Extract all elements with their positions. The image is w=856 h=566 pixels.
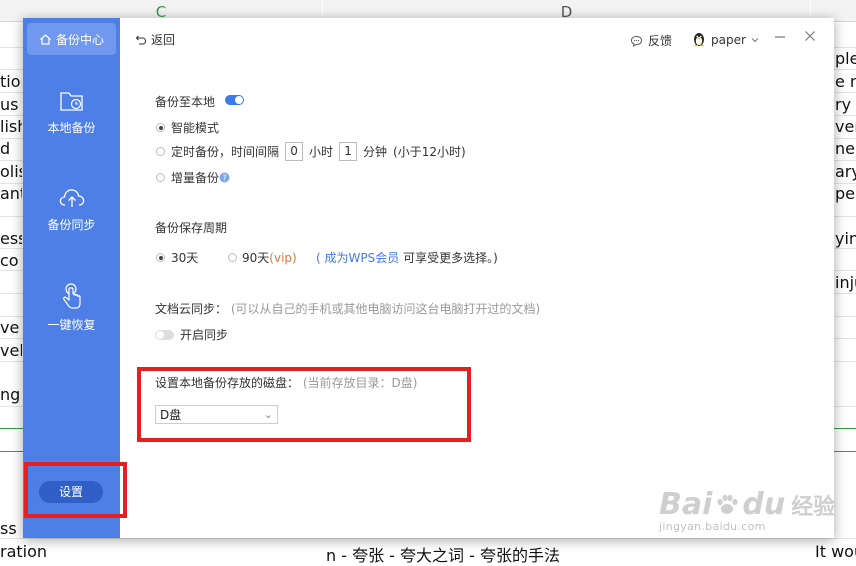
settings-panel: 返回 反馈 paper 备份至本地 智能模式 定时备份，时间间隔 0 小时 1 … [120, 18, 834, 538]
local-backup-toggle[interactable] [225, 95, 244, 105]
incremental-backup-radio[interactable]: 增量备份 ? [156, 169, 230, 186]
cell-left[interactable]: ng [0, 385, 22, 404]
vip-tag: (vip) [269, 250, 297, 265]
cell-left[interactable]: tion [0, 72, 22, 91]
cloud-sync-label: 文档云同步： [155, 302, 228, 316]
minimize-button[interactable] [774, 29, 786, 47]
retention-30-label: 30天 [171, 251, 199, 265]
member-note-open: ( [316, 251, 321, 265]
cell-right[interactable]: ary [835, 162, 856, 181]
cloud-sync-note: (可以从自己的手机或其他电脑访问这台电脑打开过的文档) [230, 302, 541, 316]
radio-dot [156, 123, 165, 132]
retention-90-radio[interactable]: 90天 (vip) [228, 249, 297, 266]
radio-dot [156, 147, 165, 156]
hours-unit: 小时 [309, 145, 334, 159]
cell-left[interactable]: co [0, 251, 22, 270]
watermark-cn: 经验 [791, 494, 836, 520]
minimize-icon [775, 36, 785, 38]
sidebar-item-backup-sync[interactable]: 备份同步 [23, 186, 120, 233]
sidebar-item-label: 备份同步 [47, 218, 96, 232]
sidebar-header-label: 备份中心 [55, 32, 104, 47]
timed-backup-label: 定时备份，时间间隔 [171, 145, 280, 159]
cell-left[interactable]: ess [0, 229, 22, 248]
retention-30-radio[interactable]: 30天 [156, 249, 198, 266]
member-note: ( 成为WPS会员 可享受更多选择。) [316, 249, 498, 266]
cell-right[interactable]: ple [835, 49, 856, 68]
home-icon [40, 33, 51, 45]
folder-clock-icon [59, 92, 83, 111]
baidu-watermark: Bai du 经验 jingyan.baidu.com [659, 487, 835, 533]
cell-left[interactable]: lish [0, 117, 22, 136]
cell-right[interactable]: ne [835, 139, 856, 158]
cloud-sync-title: 文档云同步： (可以从自己的手机或其他电脑访问这台电脑打开过的文档) [155, 300, 540, 317]
user-name: paper [711, 32, 746, 47]
sidebar-item-label: 本地备份 [47, 121, 96, 135]
chat-bubble-icon [630, 35, 643, 47]
cell-right[interactable]: ver [835, 117, 856, 136]
cloud-sync-toggle[interactable]: 开启同步 [155, 326, 228, 343]
highlight-box-disk [137, 367, 471, 442]
cell-left[interactable]: ss [0, 519, 22, 538]
cell-right[interactable]: inju [835, 273, 856, 292]
cloud-sync-toggle-label: 开启同步 [180, 328, 229, 342]
svg-text:?: ? [222, 173, 226, 182]
title-bar: 返回 反馈 paper [120, 18, 834, 58]
cloud-upload-icon [59, 189, 84, 207]
cell-right[interactable]: e na [835, 72, 856, 91]
hours-input[interactable]: 0 [285, 142, 304, 161]
cell-left[interactable]: olish [0, 162, 22, 181]
backup-center-dialog: 备份中心 本地备份 备份同步 一键恢复 设置 返回 反馈 paper 备份至本地… [23, 18, 834, 538]
smart-mode-label: 智能模式 [171, 121, 220, 135]
back-arrow-icon [135, 35, 147, 45]
local-backup-title: 备份至本地 [155, 95, 216, 109]
radio-dot [228, 253, 237, 262]
sidebar-item-local-backup[interactable]: 本地备份 [23, 89, 120, 136]
back-button[interactable]: 返回 [135, 31, 175, 48]
chevron-down-icon [751, 37, 759, 42]
sidebar-header[interactable]: 备份中心 [27, 23, 116, 55]
back-label: 返回 [151, 33, 176, 47]
interval-limit-note: (小于12小时) [393, 145, 466, 159]
cell-left[interactable]: ant [0, 184, 22, 203]
radio-dot [156, 253, 165, 262]
minutes-input[interactable]: 1 [339, 142, 358, 161]
cell-left[interactable]: us [0, 95, 22, 114]
minutes-unit: 分钟 [363, 145, 388, 159]
timed-backup-radio[interactable]: 定时备份，时间间隔 0 小时 1 分钟 (小于12小时) [156, 142, 466, 161]
paw-icon [717, 494, 738, 514]
sidebar: 备份中心 本地备份 备份同步 一键恢复 设置 [23, 18, 120, 538]
cell-right[interactable]: ry s [835, 95, 856, 114]
watermark-brand: Bai [659, 487, 713, 522]
cell-left[interactable]: vel [0, 341, 22, 360]
cell-left[interactable]: d [0, 139, 22, 158]
sidebar-item-one-click-restore[interactable]: 一键恢复 [23, 282, 120, 333]
cell-d-bottom[interactable]: n - 夸张 - 夸大之词 - 夸张的手法 [326, 542, 806, 566]
penguin-avatar-icon [694, 33, 704, 47]
toggle-switch[interactable] [155, 329, 174, 340]
cell-right[interactable]: pers [835, 184, 856, 203]
user-menu[interactable]: paper [692, 32, 759, 47]
cell-right[interactable]: It wou [815, 542, 856, 561]
radio-dot [156, 173, 165, 182]
feedback-label: 反馈 [648, 34, 673, 48]
cell-right[interactable]: yin [835, 229, 856, 248]
become-member-link[interactable]: 成为WPS会员 [325, 251, 400, 265]
member-note-rest: 可享受更多选择。) [403, 251, 498, 265]
sidebar-item-label: 一键恢复 [47, 318, 96, 332]
retention-title: 备份保存周期 [155, 221, 228, 235]
help-icon[interactable]: ? [219, 172, 230, 183]
cell-left[interactable]: ve [0, 318, 22, 337]
feedback-button[interactable]: 反馈 [630, 32, 672, 49]
smart-mode-radio[interactable]: 智能模式 [156, 119, 219, 136]
close-button[interactable] [804, 29, 816, 47]
highlight-box-settings [24, 462, 127, 518]
cell-left[interactable]: ration [0, 542, 120, 561]
incremental-backup-label: 增量备份 [171, 171, 220, 185]
close-icon [805, 31, 815, 41]
retention-90-label: 90天 [242, 251, 270, 265]
watermark-url: jingyan.baidu.com [659, 520, 766, 533]
hand-tap-icon [62, 283, 81, 309]
watermark-brand-2: du [742, 487, 786, 522]
